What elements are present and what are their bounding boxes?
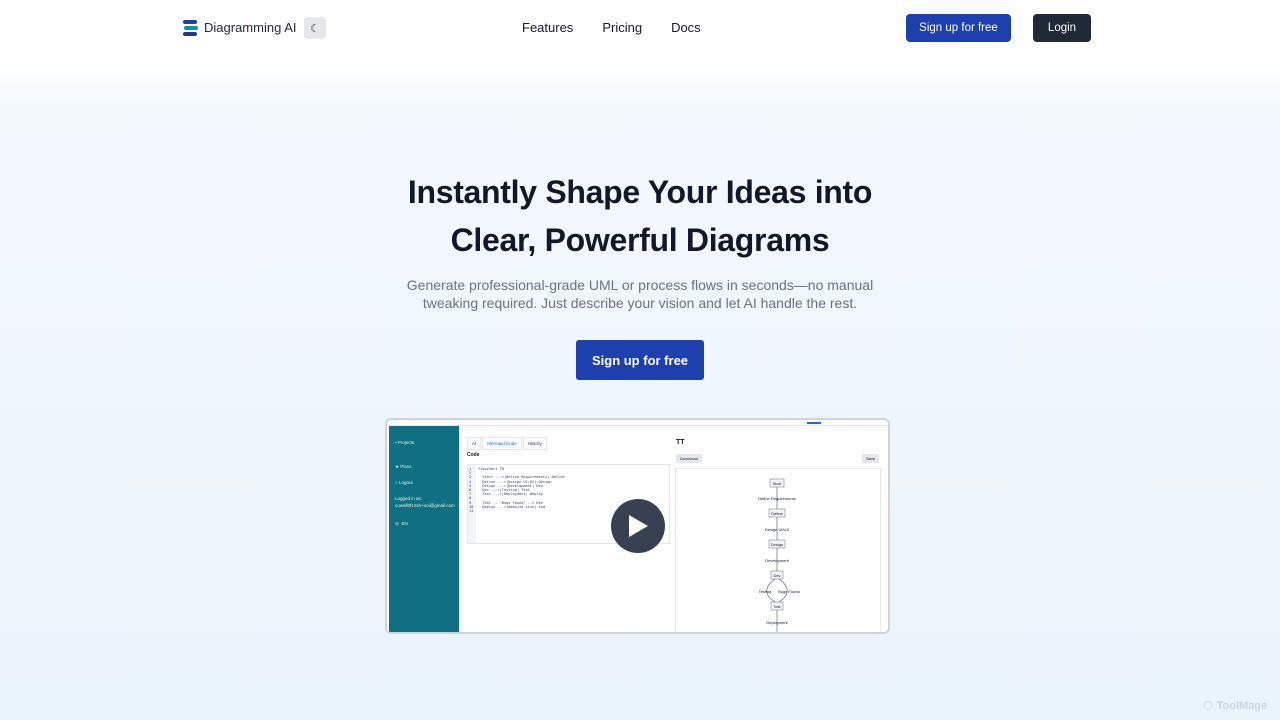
preview-top-bar [387,420,888,426]
edge-label-design-uiux: Design UI/UX [765,527,790,532]
nav-links: Features Pricing Docs [522,20,701,35]
preview-download-button: Download [676,454,702,463]
theme-toggle-button[interactable]: ☾ [304,17,326,39]
preview-email: cuwall0f12sh+ooi@gmail.com [395,503,455,508]
hero-subtitle: Generate professional-grade UML or proce… [406,277,874,311]
play-video-button[interactable] [611,499,665,553]
preview-logged-in-label: Logged in as: [395,496,423,501]
preview-sidebar: ▪ Projects ★ Plans ○ Logout Logged in as… [389,426,459,632]
nav-link-docs[interactable]: Docs [671,20,701,35]
moon-icon: ☾ [310,22,320,35]
preview-sidebar-logout: ○ Logout [395,480,413,485]
top-nav: Diagramming AI ☾ Features Pricing Docs S… [0,0,1280,56]
nav-link-pricing[interactable]: Pricing [602,20,642,35]
preview-tab-ai: AI [467,437,482,450]
preview-diagram-canvas: Start Define Design Dev Test Define Requ… [675,468,881,632]
hero-title-line1: Instantly Shape Your Ideas into [407,174,873,210]
edge-label-testing: Testing [759,589,772,594]
nav-link-features[interactable]: Features [522,20,573,35]
preview-tab-mermaid: Mermaid Code [482,437,522,450]
node-test: Test [773,604,781,609]
brand-name: Diagramming AI [204,20,297,35]
preview-code-gutter: 1 2 3 4 5 6 7 8 9 10 11 [468,465,476,543]
watermark: ⬡ ToolMage [1203,699,1268,713]
edge-label-development: Development [765,558,789,563]
preview-sidebar-plans: ★ Plans [395,464,412,469]
node-define: Define [771,511,783,516]
preview-code-lines: flowchart TD Start --->|Define Requireme… [478,467,565,509]
preview-lang: ◎ EN [395,521,408,526]
logo-icon [183,19,198,36]
preview-tab-history: History [522,437,547,450]
preview-save-button: Save [862,454,880,463]
nav-signup-button[interactable]: Sign up for free [906,14,1011,42]
preview-code-label: Code [467,452,480,458]
node-start: Start [773,481,782,486]
brand-link[interactable]: Diagramming AI [183,19,296,36]
code-line-number: 11 [469,509,474,513]
node-design: Design [771,542,783,547]
flowchart-diagram: Start Define Design Dev Test Define Requ… [758,478,800,632]
edge-label-deployment: Deployment [766,620,788,625]
edge-label-bugs-found: Bugs Found [778,589,800,594]
hero-title-line2: Clear, Powerful Diagrams [450,222,830,258]
hero-signup-button[interactable]: Sign up for free [576,340,704,380]
watermark-text: ToolMage [1216,699,1268,712]
preview-diagram-title: TT [676,439,685,446]
node-dev: Dev [773,573,780,578]
login-button[interactable]: Login [1033,14,1091,42]
preview-tabs: AI Mermaid Code History [467,437,547,450]
play-icon [629,515,648,537]
watermark-logo-icon: ⬡ [1203,700,1213,712]
edge-label-define-requirements: Define Requirements [758,496,796,501]
code-line: Start --->|Define Requirements| Define [478,475,565,480]
hero-title: Instantly Shape Your Ideas into Clear, P… [0,168,1280,264]
preview-sidebar-projects: ▪ Projects [395,440,415,445]
code-line: Deploy --->|Website Live| End [478,504,546,509]
